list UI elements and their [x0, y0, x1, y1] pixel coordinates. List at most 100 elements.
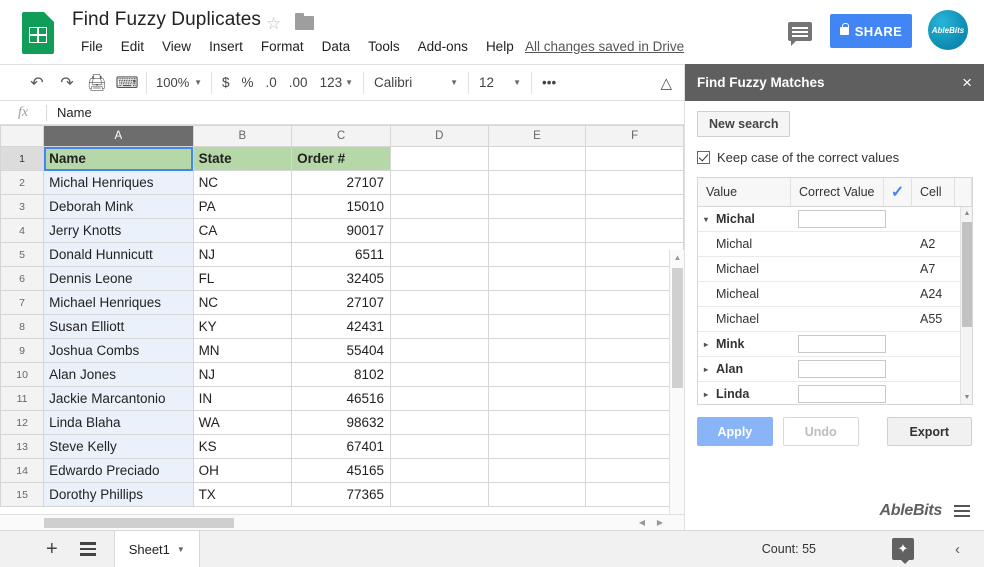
scroll-right-icon[interactable]: ▶ — [652, 515, 668, 531]
add-sheet-icon[interactable]: + — [46, 539, 58, 559]
save-status[interactable]: All changes saved in Drive — [525, 39, 684, 54]
currency-format-button[interactable]: $ — [216, 70, 236, 96]
cell-d[interactable] — [389, 362, 489, 387]
close-icon[interactable]: × — [962, 74, 972, 91]
avatar[interactable]: AbleBits — [928, 10, 968, 50]
comments-icon[interactable] — [788, 22, 812, 46]
decrease-decimal-button[interactable]: .0 — [260, 70, 283, 96]
cell-d[interactable] — [389, 170, 489, 195]
menu-item-help[interactable]: Help — [477, 36, 523, 57]
font-family-selector[interactable]: Calibri ▼ — [368, 70, 464, 96]
cell-f[interactable] — [585, 170, 684, 195]
cell-c[interactable]: 27107 — [291, 170, 391, 195]
results-header-check-column[interactable]: ✓ — [884, 178, 913, 206]
cell-c[interactable]: 90017 — [291, 218, 391, 243]
cell-c[interactable]: 45165 — [291, 458, 391, 483]
row-header[interactable]: 5 — [0, 242, 45, 267]
cell-d[interactable] — [389, 290, 489, 315]
cell-a[interactable]: Michal Henriques — [43, 170, 194, 195]
print-icon[interactable]: 🖨 — [82, 70, 112, 96]
menu-item-view[interactable]: View — [153, 36, 200, 57]
row-header[interactable]: 8 — [0, 314, 45, 339]
cell-a[interactable]: Dennis Leone — [43, 266, 194, 291]
row-header[interactable]: 4 — [0, 218, 45, 243]
cell-b[interactable]: IN — [192, 386, 293, 411]
cell-d[interactable] — [389, 386, 489, 411]
cell-c[interactable]: Order # — [291, 146, 391, 171]
menu-item-tools[interactable]: Tools — [359, 36, 409, 57]
correct-value-input[interactable] — [798, 335, 886, 353]
star-icon[interactable]: ☆ — [266, 14, 281, 34]
cell-c[interactable]: 27107 — [291, 290, 391, 315]
cell-e[interactable] — [487, 362, 587, 387]
active-cell-a1[interactable]: Name — [43, 146, 194, 171]
cell-d[interactable] — [389, 194, 489, 219]
results-scroll-up-icon[interactable]: ▲ — [961, 207, 972, 220]
cell-a[interactable]: Donald Hunnicutt — [43, 242, 194, 267]
result-child-row[interactable]: Michal A2 — [698, 232, 962, 257]
redo-icon[interactable]: ↷ — [52, 70, 82, 96]
result-child-row[interactable]: Michael A7 — [698, 257, 962, 282]
cell-d[interactable] — [389, 482, 489, 507]
chevron-right-icon[interactable]: ▸ — [704, 365, 712, 374]
cell-b[interactable]: KY — [192, 314, 293, 339]
results-scroll-down-icon[interactable]: ▼ — [961, 391, 972, 404]
cell-b[interactable]: WA — [192, 410, 293, 435]
menu-item-data[interactable]: Data — [313, 36, 360, 57]
cell-d[interactable] — [389, 218, 489, 243]
cell-a[interactable]: Susan Elliott — [43, 314, 194, 339]
cell-e[interactable] — [487, 218, 587, 243]
cell-a[interactable]: Steve Kelly — [43, 434, 194, 459]
cell-e[interactable] — [487, 434, 587, 459]
cell-c[interactable]: 6511 — [291, 242, 391, 267]
cell-d[interactable] — [389, 410, 489, 435]
cell-b[interactable]: MN — [192, 338, 293, 363]
cell-b[interactable]: PA — [192, 194, 293, 219]
cell-e[interactable] — [487, 290, 587, 315]
result-group-row[interactable]: ▾ Michal — [698, 207, 962, 232]
row-header[interactable]: 2 — [0, 170, 45, 195]
cell-e[interactable] — [487, 386, 587, 411]
cell-b[interactable]: NJ — [192, 242, 293, 267]
chevron-right-icon[interactable]: ▸ — [704, 340, 712, 349]
scroll-left-icon[interactable]: ◀ — [634, 515, 650, 531]
sheet-tab-sheet1[interactable]: Sheet1 ▼ — [113, 530, 200, 567]
row-header[interactable]: 15 — [0, 482, 45, 507]
correct-value-input[interactable] — [798, 210, 886, 228]
increase-decimal-button[interactable]: .00 — [283, 70, 314, 96]
cell-b[interactable]: CA — [192, 218, 293, 243]
menu-item-file[interactable]: File — [72, 36, 112, 57]
number-format-button[interactable]: 123 ▼ — [314, 70, 359, 96]
collapse-toolbar-icon[interactable]: △ — [660, 74, 672, 92]
cell-d[interactable] — [389, 242, 489, 267]
column-header-e[interactable]: E — [487, 125, 587, 147]
row-header[interactable]: 11 — [0, 386, 45, 411]
result-group-row[interactable]: ▸ Mink — [698, 332, 962, 357]
cell-a[interactable]: Deborah Mink — [43, 194, 194, 219]
cell-f[interactable] — [585, 146, 684, 171]
cell-a[interactable]: Joshua Combs — [43, 338, 194, 363]
row-header[interactable]: 9 — [0, 338, 45, 363]
cell-c[interactable]: 8102 — [291, 362, 391, 387]
cell-b[interactable]: State — [192, 146, 293, 171]
row-header[interactable]: 6 — [0, 266, 45, 291]
result-child-row[interactable]: Micheal A24 — [698, 282, 962, 307]
chevron-down-icon[interactable]: ▾ — [704, 215, 712, 224]
cell-f[interactable] — [585, 194, 684, 219]
result-group-row[interactable]: ▸ Linda — [698, 382, 962, 404]
more-options-button[interactable]: ••• — [536, 70, 562, 96]
row-header[interactable]: 14 — [0, 458, 45, 483]
cell-e[interactable] — [487, 482, 587, 507]
column-header-a[interactable]: A — [43, 125, 194, 147]
cell-b[interactable]: NC — [192, 170, 293, 195]
undo-icon[interactable]: ↶ — [22, 70, 52, 96]
cell-f[interactable] — [585, 218, 684, 243]
cell-b[interactable]: NJ — [192, 362, 293, 387]
scroll-up-icon[interactable]: ▲ — [670, 250, 684, 265]
font-size-selector[interactable]: 12 ▼ — [473, 70, 527, 96]
row-header[interactable]: 7 — [0, 290, 45, 315]
all-sheets-icon[interactable] — [79, 542, 96, 556]
cell-c[interactable]: 67401 — [291, 434, 391, 459]
cell-b[interactable]: OH — [192, 458, 293, 483]
cell-a[interactable]: Michael Henriques — [43, 290, 194, 315]
